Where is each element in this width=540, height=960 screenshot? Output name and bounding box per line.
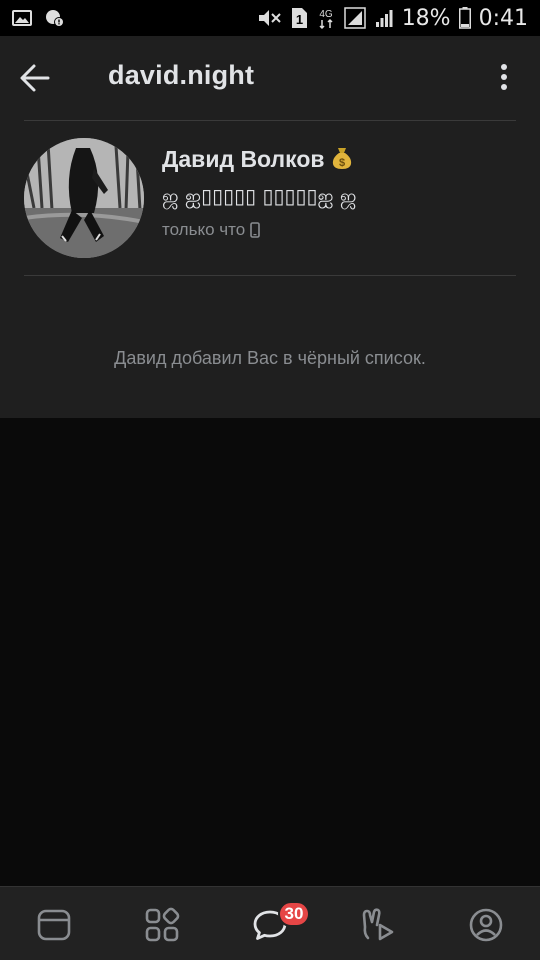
nav-profile-button[interactable] <box>468 907 504 943</box>
more-vertical-icon <box>501 64 507 90</box>
services-icon <box>145 907 180 942</box>
bottom-navigation: 30 <box>0 886 540 960</box>
sim-icon: 1 <box>290 7 308 29</box>
status-bar: 1 4G 18% 0:41 <box>0 0 540 36</box>
nav-clips-button[interactable] <box>360 907 396 943</box>
signal-icon-2 <box>374 8 394 28</box>
nav-feed-button[interactable] <box>36 907 72 943</box>
sim-number: 1 <box>296 12 303 27</box>
back-arrow-icon <box>20 64 50 92</box>
profile-card[interactable]: Давид Волков $ ஜ ஐ▯▯▯▯▯ ▯▯▯▯▯ஐ ஜ только ч… <box>0 122 540 272</box>
signal-icon-1 <box>343 7 366 29</box>
clock: 0:41 <box>478 5 528 31</box>
clips-icon <box>362 908 394 941</box>
nav-services-button[interactable] <box>144 907 180 943</box>
profile-name-text: Давид Волков <box>162 146 325 173</box>
page-title: david.night <box>108 60 255 90</box>
network-type-label: 4G <box>319 9 333 20</box>
mute-icon <box>256 8 282 28</box>
profile-status: ஜ ஐ▯▯▯▯▯ ▯▯▯▯▯ஐ ஜ <box>162 184 357 208</box>
svg-text:$: $ <box>338 157 344 169</box>
header-divider <box>24 120 516 121</box>
chat-panel: david.night Давид Волков$ ஜ ஐ▯▯▯▯▯ ▯▯▯▯ <box>0 36 540 418</box>
last-seen-text: только что <box>162 220 246 239</box>
profile-name: Давид Волков $ <box>162 146 353 176</box>
chat-header: david.night <box>0 36 540 120</box>
battery-icon <box>458 7 471 29</box>
profile-divider <box>24 275 516 276</box>
battery-percent: 18% <box>401 5 451 31</box>
feed-icon <box>37 909 71 941</box>
blacklist-notice: Давид добавил Вас в чёрный список. <box>114 348 426 368</box>
back-button[interactable] <box>18 58 52 98</box>
last-seen: только что <box>162 220 260 240</box>
mobile-phone-icon <box>250 222 260 238</box>
messages-unread-badge: 30 <box>278 901 310 927</box>
gallery-notification-icon <box>12 9 32 27</box>
network-type-icon: 4G <box>316 6 336 30</box>
avatar[interactable] <box>24 138 144 258</box>
profile-icon <box>469 908 503 942</box>
money-bag-icon: $ <box>331 146 353 176</box>
more-options-button[interactable] <box>492 62 516 92</box>
avatar-photo <box>24 138 144 258</box>
vpn-notification-icon <box>44 8 66 28</box>
